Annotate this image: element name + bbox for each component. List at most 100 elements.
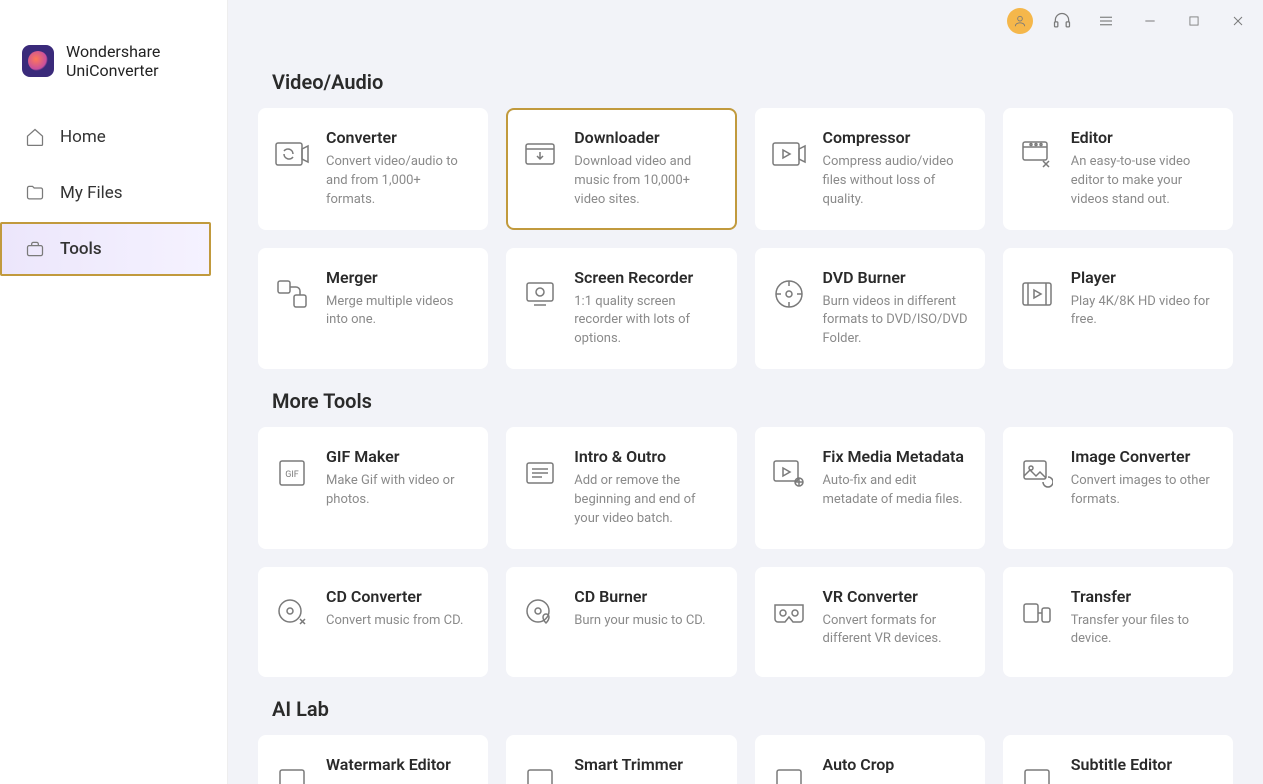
card-desc: Burn videos in different formats to DVD/…: [823, 293, 969, 350]
card-desc: Download video and music from 10,000+ vi…: [574, 153, 720, 210]
card-desc: Burn your music to CD.: [574, 612, 720, 631]
sidebar-item-my-files[interactable]: My Files: [0, 166, 227, 220]
card-title: Fix Media Metadata: [823, 447, 969, 466]
card-desc: Play 4K/8K HD video for free.: [1071, 293, 1217, 331]
grid-video-audio: Converter Convert video/audio to and fro…: [252, 108, 1239, 369]
player-icon: [1017, 274, 1057, 314]
card-desc: Compress audio/video files without loss …: [823, 153, 969, 210]
card-fix-media-metadata[interactable]: Fix Media Metadata Auto-fix and edit met…: [755, 427, 985, 549]
card-title: Compressor: [823, 128, 969, 147]
section-title-ai-lab: AI Lab: [272, 697, 1239, 721]
transfer-icon: [1017, 593, 1057, 633]
card-desc: Convert music from CD.: [326, 612, 472, 631]
card-downloader[interactable]: Downloader Download video and music from…: [506, 108, 736, 230]
card-smart-trimmer[interactable]: Smart Trimmer: [506, 735, 736, 784]
card-player[interactable]: Player Play 4K/8K HD video for free.: [1003, 248, 1233, 370]
sidebar-item-tools[interactable]: Tools: [0, 222, 211, 276]
card-title: Converter: [326, 128, 472, 147]
card-title: GIF Maker: [326, 447, 472, 466]
card-compressor[interactable]: Compressor Compress audio/video files wi…: [755, 108, 985, 230]
vr-icon: [769, 593, 809, 633]
card-title: Smart Trimmer: [574, 755, 720, 774]
card-desc: Merge multiple videos into one.: [326, 293, 472, 331]
metadata-icon: [769, 453, 809, 493]
card-converter[interactable]: Converter Convert video/audio to and fro…: [258, 108, 488, 230]
brand-line2: UniConverter: [66, 61, 160, 80]
main-content: Video/Audio Converter Convert video/audi…: [228, 0, 1263, 784]
card-merger[interactable]: Merger Merge multiple videos into one.: [258, 248, 488, 370]
card-cd-burner[interactable]: CD Burner Burn your music to CD.: [506, 567, 736, 677]
card-title: Transfer: [1071, 587, 1217, 606]
card-title: Editor: [1071, 128, 1217, 147]
card-title: CD Burner: [574, 587, 720, 606]
image-converter-icon: [1017, 453, 1057, 493]
hamburger-menu-icon[interactable]: [1091, 6, 1121, 36]
card-title: DVD Burner: [823, 268, 969, 287]
merger-icon: [272, 274, 312, 314]
card-intro-outro[interactable]: Intro & Outro Add or remove the beginnin…: [506, 427, 736, 549]
window-maximize-button[interactable]: [1179, 6, 1209, 36]
sidebar-item-label: My Files: [60, 183, 123, 203]
brand-logo-icon: [22, 45, 54, 77]
trimmer-icon: [520, 761, 560, 784]
screen-recorder-icon: [520, 274, 560, 314]
card-desc: Make Gif with video or photos.: [326, 472, 472, 510]
card-vr-converter[interactable]: VR Converter Convert formats for differe…: [755, 567, 985, 677]
window-minimize-button[interactable]: [1135, 6, 1165, 36]
card-transfer[interactable]: Transfer Transfer your files to device.: [1003, 567, 1233, 677]
card-title: Subtitle Editor: [1071, 755, 1217, 774]
watermark-icon: [272, 761, 312, 784]
card-title: Intro & Outro: [574, 447, 720, 466]
card-dvd-burner[interactable]: DVD Burner Burn videos in different form…: [755, 248, 985, 370]
card-desc: Convert formats for different VR devices…: [823, 612, 969, 650]
card-desc: 1:1 quality screen recorder with lots of…: [574, 293, 720, 350]
crop-icon: [769, 761, 809, 784]
sidebar: Wondershare UniConverter Home My Files T…: [0, 0, 228, 784]
card-desc: Transfer your files to device.: [1071, 612, 1217, 650]
folder-icon: [24, 182, 46, 204]
intro-outro-icon: [520, 453, 560, 493]
card-title: Watermark Editor: [326, 755, 472, 774]
card-cd-converter[interactable]: CD Converter Convert music from CD.: [258, 567, 488, 677]
brand-line1: Wondershare: [66, 42, 160, 61]
card-desc: Add or remove the beginning and end of y…: [574, 472, 720, 529]
user-avatar-icon[interactable]: [1007, 8, 1033, 34]
card-gif-maker[interactable]: GIF GIF Maker Make Gif with video or pho…: [258, 427, 488, 549]
brand: Wondershare UniConverter: [0, 18, 227, 108]
card-screen-recorder[interactable]: Screen Recorder 1:1 quality screen recor…: [506, 248, 736, 370]
sidebar-item-label: Home: [60, 127, 106, 147]
svg-text:GIF: GIF: [285, 470, 299, 480]
card-auto-crop[interactable]: Auto Crop: [755, 735, 985, 784]
card-image-converter[interactable]: Image Converter Convert images to other …: [1003, 427, 1233, 549]
converter-icon: [272, 134, 312, 174]
card-title: Downloader: [574, 128, 720, 147]
gif-icon: GIF: [272, 453, 312, 493]
section-title-video-audio: Video/Audio: [272, 70, 1239, 94]
card-desc: An easy-to-use video editor to make your…: [1071, 153, 1217, 210]
grid-more-tools: GIF GIF Maker Make Gif with video or pho…: [252, 427, 1239, 677]
card-title: CD Converter: [326, 587, 472, 606]
titlebar: [1007, 6, 1253, 36]
cd-converter-icon: [272, 593, 312, 633]
card-title: VR Converter: [823, 587, 969, 606]
sidebar-item-home[interactable]: Home: [0, 110, 227, 164]
download-icon: [520, 134, 560, 174]
window-close-button[interactable]: [1223, 6, 1253, 36]
card-watermark-editor[interactable]: Watermark Editor: [258, 735, 488, 784]
card-title: Image Converter: [1071, 447, 1217, 466]
card-title: Screen Recorder: [574, 268, 720, 287]
card-editor[interactable]: Editor An easy-to-use video editor to ma…: [1003, 108, 1233, 230]
section-title-more-tools: More Tools: [272, 389, 1239, 413]
sidebar-item-label: Tools: [60, 239, 102, 259]
cd-burner-icon: [520, 593, 560, 633]
card-desc: Convert video/audio to and from 1,000+ f…: [326, 153, 472, 210]
support-headset-icon[interactable]: [1047, 6, 1077, 36]
toolbox-icon: [24, 238, 46, 260]
compressor-icon: [769, 134, 809, 174]
card-desc: Auto-fix and edit metadate of media file…: [823, 472, 969, 510]
card-title: Player: [1071, 268, 1217, 287]
grid-ai-lab: Watermark Editor Smart Trimmer Auto Crop: [252, 735, 1239, 784]
card-title: Auto Crop: [823, 755, 969, 774]
card-subtitle-editor[interactable]: Subtitle Editor: [1003, 735, 1233, 784]
subtitle-icon: [1017, 761, 1057, 784]
